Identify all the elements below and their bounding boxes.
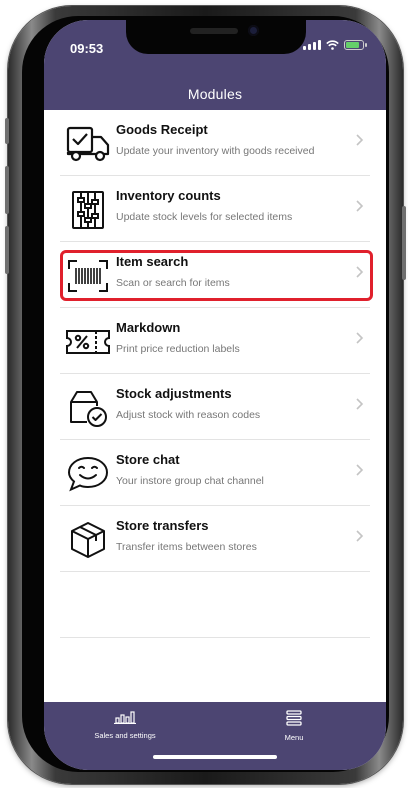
silent-switch — [5, 118, 9, 144]
tab-label: Menu — [284, 733, 304, 742]
hamburger-menu-icon — [286, 710, 302, 726]
bottom-nav: Sales and settings Menu — [44, 702, 386, 770]
module-title: Stock adjustments — [116, 386, 232, 401]
module-subtitle: Adjust stock with reason codes — [116, 409, 261, 421]
module-list: Goods Receipt Update your inventory with… — [44, 110, 386, 638]
abacus-icon — [64, 190, 112, 230]
module-subtitle: Print price reduction labels — [116, 343, 240, 355]
chevron-right-icon — [356, 200, 364, 212]
volume-down-button — [5, 226, 9, 274]
bar-chart-icon — [114, 711, 136, 725]
highlight-box — [60, 250, 373, 301]
app-header: 09:53 Modules — [44, 20, 386, 110]
battery-icon — [344, 40, 367, 50]
status-time: 09:53 — [70, 41, 104, 56]
module-markdown[interactable]: Markdown Print price reduction labels — [60, 308, 370, 374]
chevron-right-icon — [356, 464, 364, 476]
truck-check-icon — [64, 124, 112, 164]
module-title: Store transfers — [116, 518, 209, 533]
power-button — [402, 206, 406, 280]
percent-tag-icon — [64, 322, 112, 362]
module-subtitle: Update your inventory with goods receive… — [116, 145, 315, 157]
package-icon — [64, 520, 112, 560]
smiley-chat-icon — [64, 454, 112, 494]
home-indicator[interactable] — [153, 755, 277, 759]
tab-sales-and-settings[interactable]: Sales and settings — [80, 710, 170, 740]
tab-menu[interactable]: Menu — [264, 710, 324, 742]
app-screen: 09:53 Modules Goods Receipt Update your … — [44, 20, 386, 770]
wifi-icon — [326, 40, 339, 50]
module-store-chat[interactable]: Store chat Your instore group chat chann… — [60, 440, 370, 506]
speaker-grille — [190, 28, 238, 34]
list-divider — [60, 572, 370, 638]
chevron-right-icon — [356, 332, 364, 344]
module-title: Inventory counts — [116, 188, 221, 203]
module-subtitle: Update stock levels for selected items — [116, 211, 293, 223]
module-inventory-counts[interactable]: Inventory counts Update stock levels for… — [60, 176, 370, 242]
chevron-right-icon — [356, 530, 364, 542]
front-camera — [248, 25, 259, 36]
volume-up-button — [5, 166, 9, 214]
notch — [126, 20, 306, 54]
module-title: Goods Receipt — [116, 122, 208, 137]
status-icons — [303, 40, 367, 50]
module-title: Markdown — [116, 320, 181, 335]
module-subtitle: Transfer items between stores — [116, 541, 257, 553]
chevron-right-icon — [356, 398, 364, 410]
module-stock-adjustments[interactable]: Stock adjustments Adjust stock with reas… — [60, 374, 370, 440]
box-check-icon — [64, 388, 112, 428]
module-title: Store chat — [116, 452, 180, 467]
module-subtitle: Your instore group chat channel — [116, 475, 264, 487]
module-goods-receipt[interactable]: Goods Receipt Update your inventory with… — [60, 110, 370, 176]
chevron-right-icon — [356, 134, 364, 146]
tab-label: Sales and settings — [94, 731, 156, 740]
module-store-transfers[interactable]: Store transfers Transfer items between s… — [60, 506, 370, 572]
page-title: Modules — [187, 86, 243, 102]
signal-icon — [303, 40, 321, 50]
